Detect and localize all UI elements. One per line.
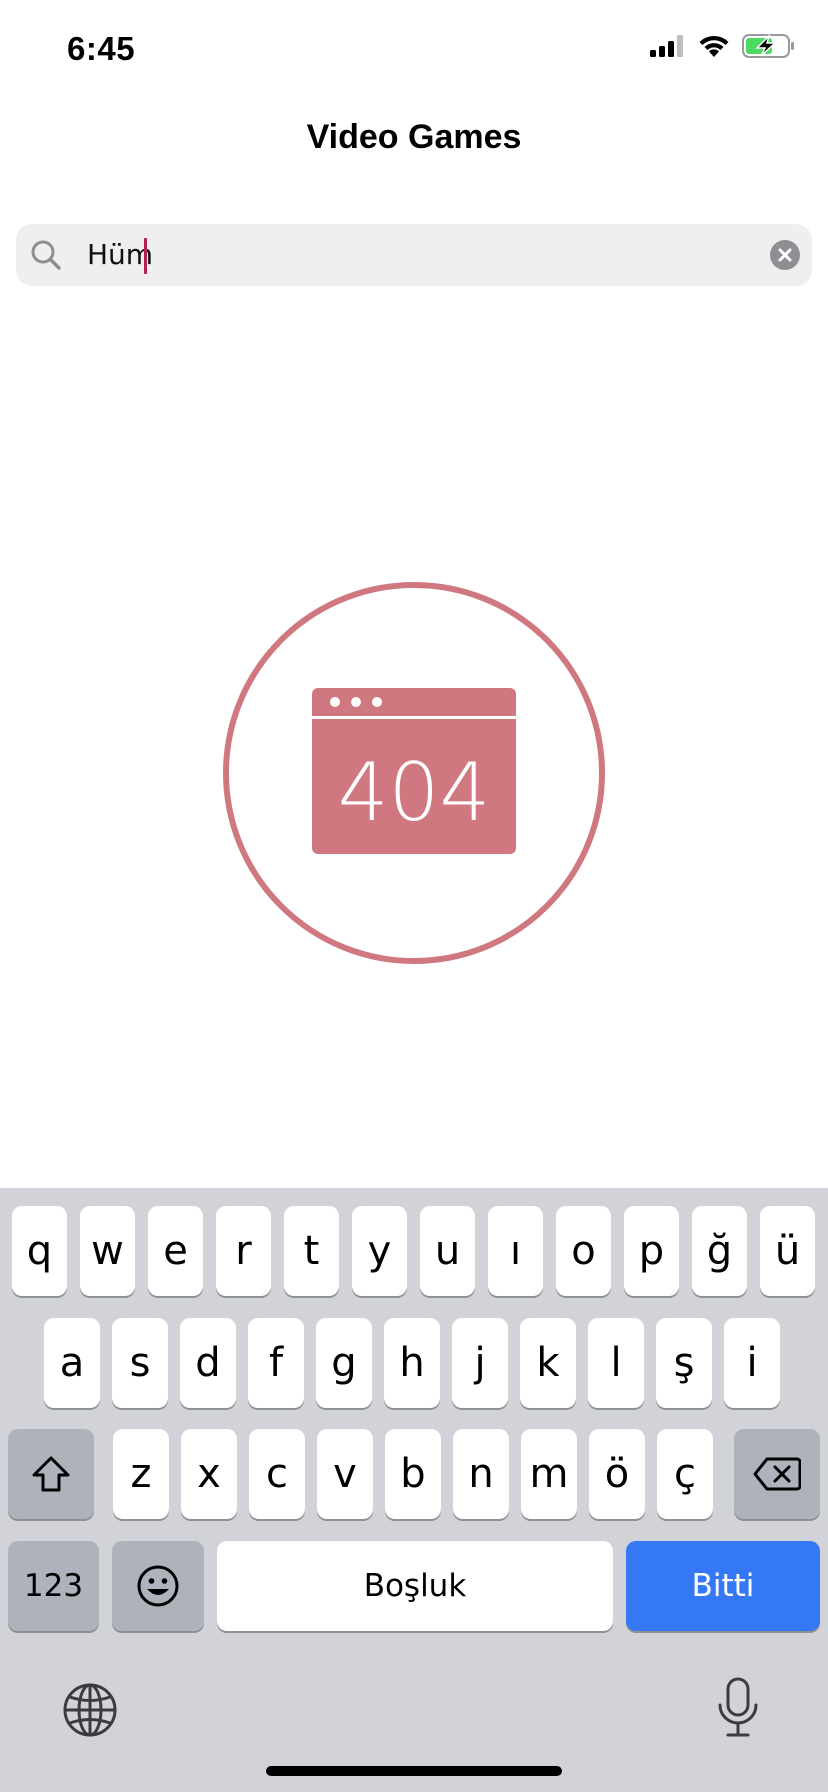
key-g[interactable]: g	[316, 1318, 372, 1408]
delete-icon	[753, 1457, 801, 1491]
key-label: x	[197, 1451, 221, 1497]
key-h[interactable]: h	[384, 1318, 440, 1408]
key-label: w	[91, 1228, 124, 1274]
key-label: u	[434, 1228, 461, 1274]
key-label: s	[129, 1340, 151, 1386]
key-label: ğ	[706, 1228, 733, 1274]
key-x[interactable]: x	[181, 1429, 237, 1519]
keyboard: qwe r t yu ı opğü asd f gh j k l ş i zxcvbnmöç 123 B…	[0, 1188, 828, 1792]
key-label: z	[130, 1451, 152, 1497]
key-ı[interactable]: ı	[488, 1206, 543, 1296]
globe-key[interactable]	[62, 1682, 118, 1743]
key-f[interactable]: f	[248, 1318, 304, 1408]
key-w[interactable]: w	[80, 1206, 135, 1296]
status-time: 6:45	[67, 30, 136, 67]
key-ğ[interactable]: ğ	[692, 1206, 747, 1296]
key-q[interactable]: q	[12, 1206, 67, 1296]
key-label: g	[331, 1340, 357, 1386]
key-label: j	[474, 1340, 486, 1386]
key-z[interactable]: z	[113, 1429, 169, 1519]
key-k[interactable]: k	[520, 1318, 576, 1408]
key-u[interactable]: u	[420, 1206, 475, 1296]
key-label: d	[195, 1340, 221, 1386]
key-r[interactable]: r	[216, 1206, 271, 1296]
key-t[interactable]: t	[284, 1206, 339, 1296]
key-ö[interactable]: ö	[589, 1429, 645, 1519]
key-l[interactable]: l	[588, 1318, 644, 1408]
home-indicator	[266, 1766, 562, 1776]
emoji-key[interactable]	[112, 1541, 204, 1631]
key-ü[interactable]: ü	[760, 1206, 815, 1296]
key-i[interactable]: i	[724, 1318, 780, 1408]
cellular-signal-icon	[650, 35, 683, 57]
status-bar: 6:45	[0, 0, 828, 100]
search-input[interactable]	[71, 224, 761, 286]
dictation-key[interactable]	[716, 1677, 760, 1744]
key-label: f	[268, 1340, 284, 1386]
microphone-icon	[718, 1677, 758, 1737]
key-label: l	[610, 1340, 622, 1386]
key-label: ı	[509, 1228, 522, 1274]
key-ç[interactable]: ç	[657, 1429, 713, 1519]
key-label: e	[163, 1228, 188, 1274]
done-key-label: Bitti	[691, 1568, 755, 1604]
key-label: c	[266, 1451, 288, 1497]
done-key[interactable]: Bitti	[626, 1541, 820, 1631]
key-label: ü	[774, 1228, 801, 1274]
key-e[interactable]: e	[148, 1206, 203, 1296]
key-label: ö	[604, 1451, 630, 1497]
key-p[interactable]: p	[624, 1206, 679, 1296]
status-icons	[650, 34, 796, 58]
key-label: o	[571, 1228, 596, 1274]
emoji-icon	[137, 1565, 179, 1607]
key-label: y	[367, 1228, 392, 1274]
space-key-label: Boşluk	[363, 1568, 467, 1604]
key-v[interactable]: v	[317, 1429, 373, 1519]
text-caret	[144, 238, 147, 274]
search-bar[interactable]	[16, 224, 812, 286]
key-y[interactable]: y	[352, 1206, 407, 1296]
key-label: r	[235, 1228, 252, 1274]
wifi-icon	[699, 35, 729, 57]
browser-window-icon: 404	[223, 582, 605, 964]
key-o[interactable]: o	[556, 1206, 611, 1296]
numbers-key-label: 123	[23, 1568, 84, 1604]
key-label: n	[468, 1451, 494, 1497]
key-n[interactable]: n	[453, 1429, 509, 1519]
key-c[interactable]: c	[249, 1429, 305, 1519]
key-label: q	[26, 1228, 53, 1274]
error-code: 404	[338, 746, 491, 839]
key-a[interactable]: a	[44, 1318, 100, 1408]
key-label: p	[638, 1228, 665, 1274]
key-m[interactable]: m	[521, 1429, 577, 1519]
search-icon	[30, 239, 62, 276]
shift-key[interactable]	[8, 1429, 94, 1519]
error-illustration: 404	[222, 582, 606, 966]
key-s[interactable]: s	[112, 1318, 168, 1408]
key-d[interactable]: d	[180, 1318, 236, 1408]
clear-icon[interactable]	[770, 240, 800, 270]
key-b[interactable]: b	[385, 1429, 441, 1519]
key-ş[interactable]: ş	[656, 1318, 712, 1408]
key-label: m	[529, 1451, 569, 1497]
globe-icon	[63, 1683, 117, 1737]
key-j[interactable]: j	[452, 1318, 508, 1408]
page-title: Video Games	[306, 118, 522, 156]
key-label: h	[399, 1340, 425, 1386]
key-label: b	[400, 1451, 426, 1497]
battery-charging-icon	[742, 34, 794, 58]
key-label: i	[746, 1340, 758, 1386]
key-label: a	[59, 1340, 85, 1386]
key-label: v	[333, 1451, 357, 1497]
shift-icon	[32, 1456, 70, 1492]
delete-key[interactable]	[734, 1429, 820, 1519]
key-label: k	[536, 1340, 560, 1386]
key-label: ş	[673, 1340, 695, 1386]
key-label: ç	[674, 1451, 696, 1497]
space-key[interactable]: Boşluk	[217, 1541, 613, 1631]
numbers-key[interactable]: 123	[8, 1541, 99, 1631]
key-label: t	[303, 1228, 320, 1274]
